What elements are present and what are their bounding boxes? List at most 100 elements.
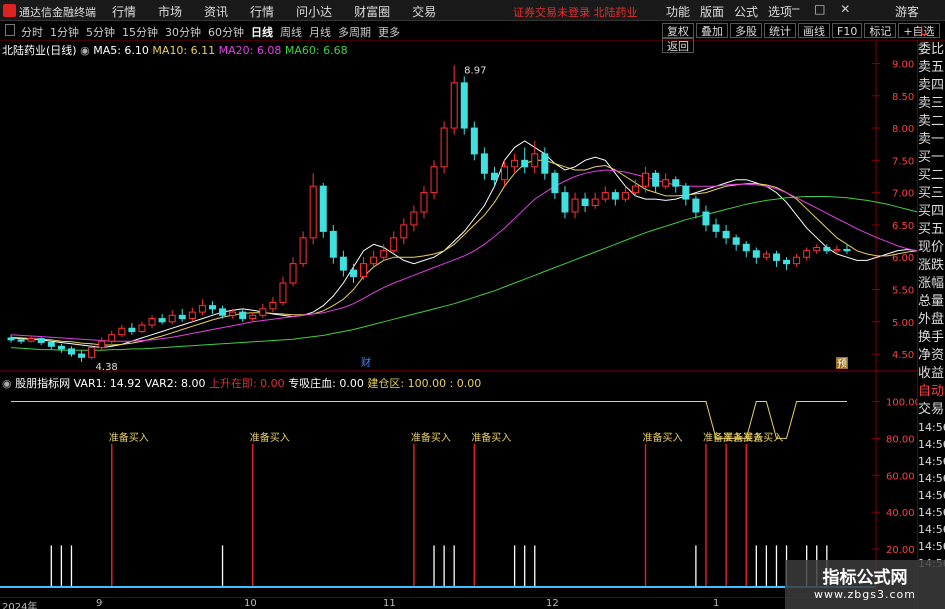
period-tab-9[interactable]: 多周期 — [338, 26, 371, 39]
price-chart[interactable]: 9.008.508.007.507.006.506.005.505.004.50… — [0, 41, 917, 597]
event-marker-finance[interactable]: 财 — [361, 356, 371, 369]
date-axis: 2024年 9 10 11 12 1 — [0, 597, 917, 609]
candle-body — [501, 166, 509, 181]
candle-body — [652, 172, 660, 187]
candle-body — [98, 340, 106, 349]
period-tab-0[interactable]: 分时 — [21, 26, 43, 39]
quote-item-8: 买三 — [918, 186, 945, 201]
candle-body — [460, 82, 468, 129]
tool-button-7[interactable]: +自选 — [898, 23, 940, 38]
tool-button-6[interactable]: 标记 — [864, 23, 897, 38]
candle-body — [339, 256, 347, 271]
candle-body — [762, 253, 770, 258]
right-menu-2[interactable]: 公式 — [734, 5, 758, 19]
event-marker-forecast[interactable]: 预 — [837, 358, 847, 370]
menu-item-1[interactable]: 市场 — [158, 5, 182, 19]
quote-item-7: 买二 — [918, 168, 945, 183]
settings-icon[interactable]: ◉ — [2, 377, 12, 390]
date-label-0: 2024年 — [2, 602, 38, 609]
menu-item-3[interactable]: 行情 — [250, 5, 274, 19]
quote-item-2: 卖四 — [918, 78, 945, 93]
tool-button-5[interactable]: F10 — [832, 23, 863, 38]
candle-body — [78, 353, 86, 358]
candle-body — [27, 338, 35, 342]
candle-body — [752, 250, 760, 258]
date-label-4: 12 — [546, 598, 559, 609]
minimize-icon[interactable]: ─ — [792, 2, 799, 16]
period-tab-7[interactable]: 周线 — [280, 26, 302, 39]
panel-toggle-icon[interactable] — [5, 24, 15, 36]
candle-body — [299, 237, 307, 265]
menu-item-2[interactable]: 资讯 — [204, 5, 228, 19]
candle-body — [17, 339, 25, 342]
tool-button-0[interactable]: 复权 — [662, 23, 694, 38]
candle-body — [128, 327, 136, 332]
candle-body — [329, 230, 337, 258]
quote-item-19[interactable]: 自动 — [918, 383, 945, 401]
candle-body — [370, 256, 378, 265]
candle-body — [531, 153, 539, 168]
candle-body — [37, 338, 45, 343]
candle-body — [541, 153, 549, 174]
quote-item-28[interactable]: 14:56 — [918, 538, 945, 555]
candle-body — [571, 198, 579, 213]
indicator-legend: ◉ 股朋指标网 VAR1: 14.92 VAR2: 8.00 上升在即: 0.0… — [2, 375, 481, 391]
tool-button-4[interactable]: 画线 — [798, 23, 830, 38]
period-tab-3[interactable]: 15分钟 — [122, 26, 158, 39]
quote-item-25[interactable]: 14:56 — [918, 487, 945, 504]
period-tab-2[interactable]: 5分钟 — [86, 26, 115, 39]
period-tab-6[interactable]: 日线 — [251, 26, 273, 39]
period-tab-5[interactable]: 60分钟 — [208, 26, 244, 39]
candle-body — [420, 192, 428, 213]
quote-item-27[interactable]: 14:56 — [918, 521, 945, 538]
candle-body — [742, 243, 750, 252]
guest-button[interactable]: 游客 — [895, 3, 919, 20]
tool-button-1[interactable]: 叠加 — [696, 23, 728, 38]
menu-item-6[interactable]: 交易 — [412, 5, 436, 19]
quote-item-1: 卖五 — [918, 60, 945, 75]
candle-body — [219, 308, 227, 316]
quote-item-22[interactable]: 14:56 — [918, 436, 945, 453]
quote-item-23[interactable]: 14:56 — [918, 453, 945, 470]
candle-body — [470, 127, 478, 155]
date-label-1: 9 — [96, 598, 103, 609]
candle-body — [561, 192, 569, 213]
maximize-icon[interactable]: □ — [814, 2, 825, 16]
quote-item-20[interactable]: 交易 — [918, 401, 945, 419]
ma-line-ma5 — [10, 140, 917, 349]
quote-item-21[interactable]: 14:56 — [918, 419, 945, 436]
menu-item-5[interactable]: 财富圈 — [354, 5, 390, 19]
right-menu-3[interactable]: 选项 — [768, 5, 792, 19]
candle-body — [450, 82, 458, 129]
indicator-name: 股朋指标网 — [15, 377, 71, 390]
candle-body — [692, 198, 700, 213]
quote-item-24[interactable]: 14:56 — [918, 470, 945, 487]
period-tab-8[interactable]: 月线 — [309, 26, 331, 39]
candle-body — [611, 192, 619, 200]
price-tick-label: 7.00 — [892, 189, 914, 200]
tool-button-2[interactable]: 多股 — [730, 23, 762, 38]
right-menu-0[interactable]: 功能 — [666, 5, 690, 19]
panel-top-label: L — [920, 24, 927, 38]
candle-body — [813, 247, 821, 252]
candle-body — [672, 179, 680, 187]
tool-button-3[interactable]: 统计 — [764, 23, 796, 38]
period-tab-4[interactable]: 30分钟 — [165, 26, 201, 39]
menu-item-0[interactable]: 行情 — [112, 5, 136, 19]
candle-body — [47, 341, 55, 347]
var1-label: VAR1: 14.92 — [73, 377, 142, 390]
right-menu-1[interactable]: 版面 — [700, 5, 724, 19]
close-icon[interactable]: ✕ — [840, 2, 850, 16]
quote-item-26[interactable]: 14:56 — [918, 504, 945, 521]
date-label-2: 10 — [244, 598, 257, 609]
quote-item-15: 外盘 — [918, 312, 945, 327]
watermark-title: 指标公式网 — [822, 568, 908, 588]
period-tab-1[interactable]: 1分钟 — [50, 26, 79, 39]
right-menu: 功能 版面 公式 选项 — [666, 3, 802, 20]
ind-tick-label: 20.00 — [886, 545, 915, 556]
candle-body — [551, 172, 559, 194]
quote-item-4: 卖二 — [918, 114, 945, 129]
candle-body — [591, 198, 599, 207]
menu-item-4[interactable]: 问小达 — [296, 5, 332, 19]
period-tab-10[interactable]: 更多 — [378, 26, 400, 39]
